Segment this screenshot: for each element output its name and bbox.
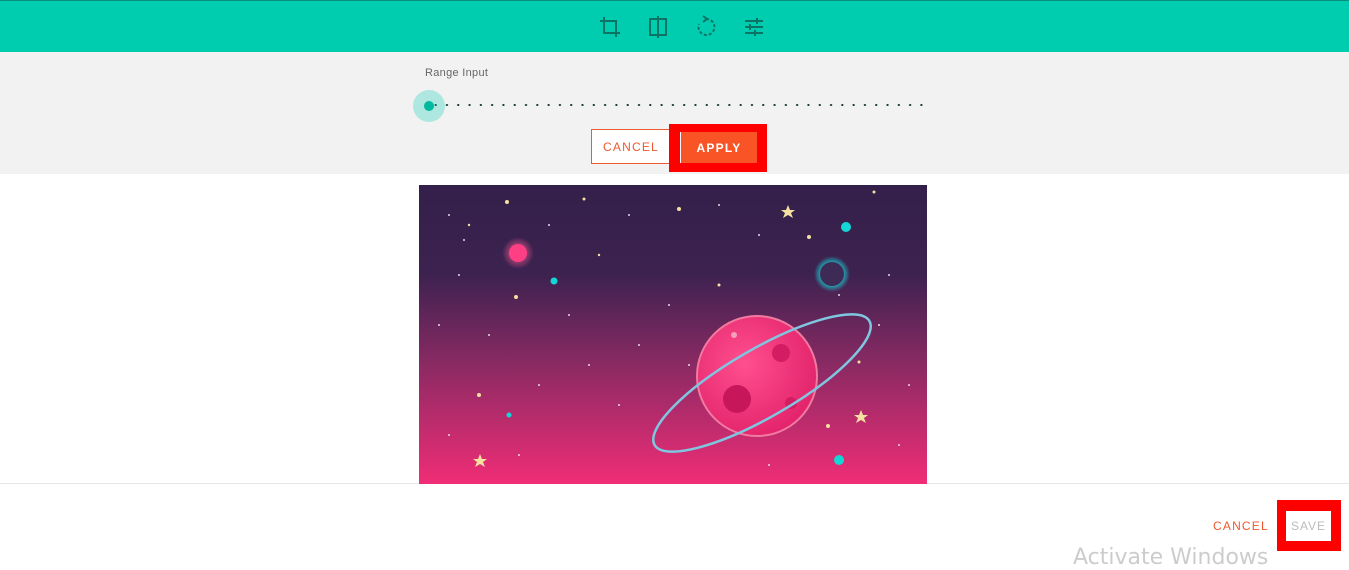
image-canvas-area bbox=[0, 174, 1349, 484]
activate-windows-watermark: Activate Windows bbox=[1073, 545, 1269, 570]
edited-image bbox=[419, 185, 927, 484]
footer-cancel-button[interactable]: CANCEL bbox=[1213, 519, 1269, 533]
flip-icon bbox=[649, 16, 667, 38]
adjust-settings-panel: Range Input CANCEL APPLY bbox=[0, 52, 1349, 174]
range-input-label: Range Input bbox=[425, 67, 489, 79]
range-track[interactable] bbox=[430, 104, 926, 106]
apply-button[interactable]: APPLY bbox=[680, 132, 757, 163]
rotate-button[interactable] bbox=[691, 12, 721, 42]
adjust-icon bbox=[745, 18, 763, 36]
crop-button[interactable] bbox=[595, 12, 625, 42]
rotate-icon bbox=[697, 15, 716, 36]
space-illustration bbox=[419, 185, 927, 484]
flip-button[interactable] bbox=[643, 12, 673, 42]
panel-cancel-button[interactable]: CANCEL bbox=[591, 129, 671, 164]
editor-footer: CANCEL SAVE Activate Windows bbox=[0, 485, 1349, 570]
crop-icon bbox=[600, 17, 620, 37]
adjust-button[interactable] bbox=[739, 12, 769, 42]
range-thumb[interactable] bbox=[424, 101, 434, 111]
save-button[interactable]: SAVE bbox=[1286, 511, 1331, 541]
editor-toolbar bbox=[0, 0, 1349, 52]
